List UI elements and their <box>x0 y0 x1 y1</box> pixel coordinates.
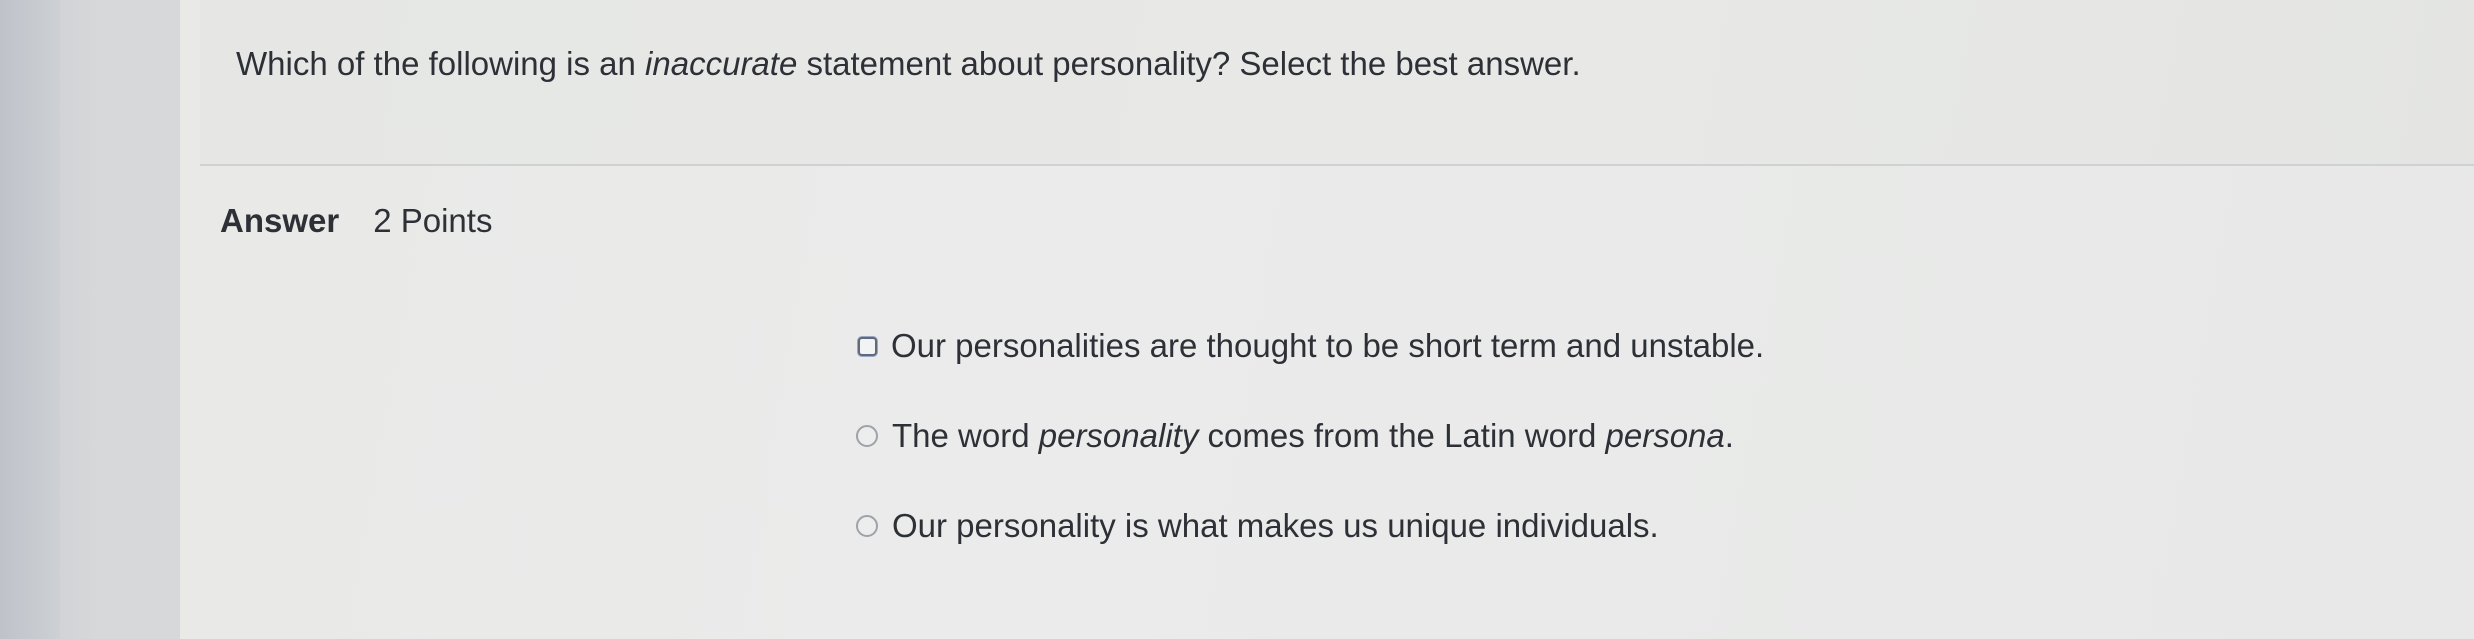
question-text-part: statement about personality? Select the … <box>797 45 1581 82</box>
option-radio[interactable] <box>856 425 878 447</box>
option-label-part: . <box>1724 417 1734 454</box>
option-label-part: The word <box>892 417 1039 454</box>
points-label: 2 Points <box>373 202 493 239</box>
answer-header: Answer 2 Points <box>220 202 492 242</box>
question-emphasis: inaccurate <box>645 45 798 82</box>
option-label: Our personalities are thought to be shor… <box>891 327 1765 364</box>
answer-option-1[interactable]: Our personalities are thought to be shor… <box>856 326 1764 366</box>
option-label: Our personality is what makes us unique … <box>892 507 1659 544</box>
question-text: Which of the following is an inaccurate … <box>236 44 1581 84</box>
option-label-emphasis: personality <box>1038 417 1199 454</box>
answer-options: Our personalities are thought to be shor… <box>856 326 1764 596</box>
answer-label: Answer <box>220 202 340 239</box>
question-text-part: Which of the following is an <box>236 45 646 82</box>
option-label-part: comes from the Latin word <box>1198 417 1606 454</box>
answer-option-2[interactable]: The word personality comes from the Lati… <box>856 416 1764 456</box>
option-radio[interactable] <box>856 515 878 537</box>
option-label-emphasis: persona <box>1605 417 1725 454</box>
option-label: The word personality comes from the Lati… <box>892 417 1734 455</box>
answer-option-3[interactable]: Our personality is what makes us unique … <box>856 506 1764 546</box>
left-margin <box>0 0 60 639</box>
option-checkbox[interactable] <box>858 336 877 356</box>
